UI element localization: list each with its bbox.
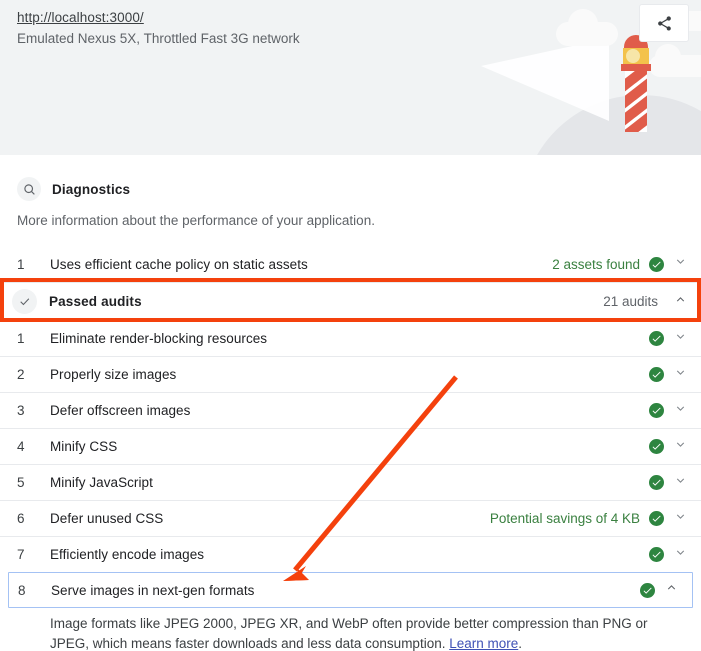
table-row[interactable]: 6 Defer unused CSS Potential savings of … xyxy=(0,500,701,536)
check-circle-icon xyxy=(649,439,664,454)
audit-value: 2 assets found xyxy=(552,257,640,272)
check-icon xyxy=(12,289,37,314)
audit-title: Minify JavaScript xyxy=(50,475,640,490)
audit-value: Potential savings of 4 KB xyxy=(490,511,640,526)
report-body: Diagnostics More information about the p… xyxy=(0,155,701,651)
audit-index: 2 xyxy=(17,367,50,382)
lighthouse-report-page: http://localhost:3000/ Emulated Nexus 5X… xyxy=(0,0,701,651)
section-description: More information about the performance o… xyxy=(0,201,701,230)
check-circle-icon xyxy=(649,511,664,526)
chevron-down-icon[interactable] xyxy=(670,510,690,528)
report-header: http://localhost:3000/ Emulated Nexus 5X… xyxy=(0,0,701,155)
audit-index: 1 xyxy=(17,331,50,346)
audit-index: 4 xyxy=(17,439,50,454)
chevron-up-icon[interactable] xyxy=(670,293,690,311)
check-circle-icon xyxy=(649,331,664,346)
check-circle-icon xyxy=(649,475,664,490)
lighthouse-deck xyxy=(621,64,651,71)
cloud-icon xyxy=(556,22,618,46)
table-row[interactable]: 1 Eliminate render-blocking resources xyxy=(0,320,701,356)
header-metadata: http://localhost:3000/ Emulated Nexus 5X… xyxy=(17,8,300,48)
chevron-down-icon[interactable] xyxy=(670,474,690,492)
passed-audits-count: 21 audits xyxy=(603,294,658,309)
table-row[interactable]: 3 Defer offscreen images xyxy=(0,392,701,428)
audit-index: 3 xyxy=(17,403,50,418)
lighthouse-lamp xyxy=(623,48,649,65)
audit-index: 8 xyxy=(18,583,51,598)
audit-row[interactable]: 1 Uses efficient cache policy on static … xyxy=(0,246,701,282)
learn-more-link[interactable]: Learn more xyxy=(449,636,518,651)
section-title: Diagnostics xyxy=(52,182,130,197)
audit-title: Minify CSS xyxy=(50,439,640,454)
table-row[interactable]: 2 Properly size images xyxy=(0,356,701,392)
chevron-down-icon[interactable] xyxy=(670,366,690,384)
passed-audits-toggle[interactable]: Passed audits 21 audits xyxy=(0,282,701,320)
audit-row-serve-images-next-gen[interactable]: 8 Serve images in next-gen formats xyxy=(8,572,693,608)
audit-title: Eliminate render-blocking resources xyxy=(50,331,640,346)
audit-description: Image formats like JPEG 2000, JPEG XR, a… xyxy=(0,608,701,651)
cloud-icon xyxy=(649,55,701,77)
check-circle-icon xyxy=(649,367,664,382)
audit-title: Serve images in next-gen formats xyxy=(51,583,631,598)
lighthouse-body xyxy=(625,71,647,132)
share-button[interactable] xyxy=(639,4,689,42)
diagnostics-header: Diagnostics xyxy=(0,155,701,201)
lighthouse-tower xyxy=(619,35,653,132)
search-icon xyxy=(17,177,41,201)
check-circle-icon xyxy=(649,257,664,272)
audit-description-text: Image formats like JPEG 2000, JPEG XR, a… xyxy=(50,616,648,651)
audit-title: Defer unused CSS xyxy=(50,511,490,526)
audit-description-suffix: . xyxy=(518,636,522,651)
table-row[interactable]: 7 Efficiently encode images xyxy=(0,536,701,572)
audit-index: 1 xyxy=(17,257,50,272)
chevron-down-icon[interactable] xyxy=(670,402,690,420)
check-circle-icon xyxy=(649,403,664,418)
audit-index: 6 xyxy=(17,511,50,526)
passed-audits-label: Passed audits xyxy=(49,294,603,309)
table-row[interactable]: 4 Minify CSS xyxy=(0,428,701,464)
share-icon xyxy=(656,15,673,32)
chevron-down-icon[interactable] xyxy=(670,546,690,564)
audit-index: 7 xyxy=(17,547,50,562)
table-row[interactable]: 5 Minify JavaScript xyxy=(0,464,701,500)
chevron-down-icon[interactable] xyxy=(670,255,690,273)
audit-title: Uses efficient cache policy on static as… xyxy=(50,257,552,272)
audit-title: Properly size images xyxy=(50,367,640,382)
check-circle-icon xyxy=(640,583,655,598)
light-beam xyxy=(481,38,609,121)
audit-title: Defer offscreen images xyxy=(50,403,640,418)
chevron-down-icon[interactable] xyxy=(670,438,690,456)
audit-title: Efficiently encode images xyxy=(50,547,640,562)
report-environment: Emulated Nexus 5X, Throttled Fast 3G net… xyxy=(17,29,300,48)
check-circle-icon xyxy=(649,547,664,562)
chevron-up-icon[interactable] xyxy=(661,581,681,599)
report-url-link[interactable]: http://localhost:3000/ xyxy=(17,8,300,27)
chevron-down-icon[interactable] xyxy=(670,330,690,348)
audit-index: 5 xyxy=(17,475,50,490)
